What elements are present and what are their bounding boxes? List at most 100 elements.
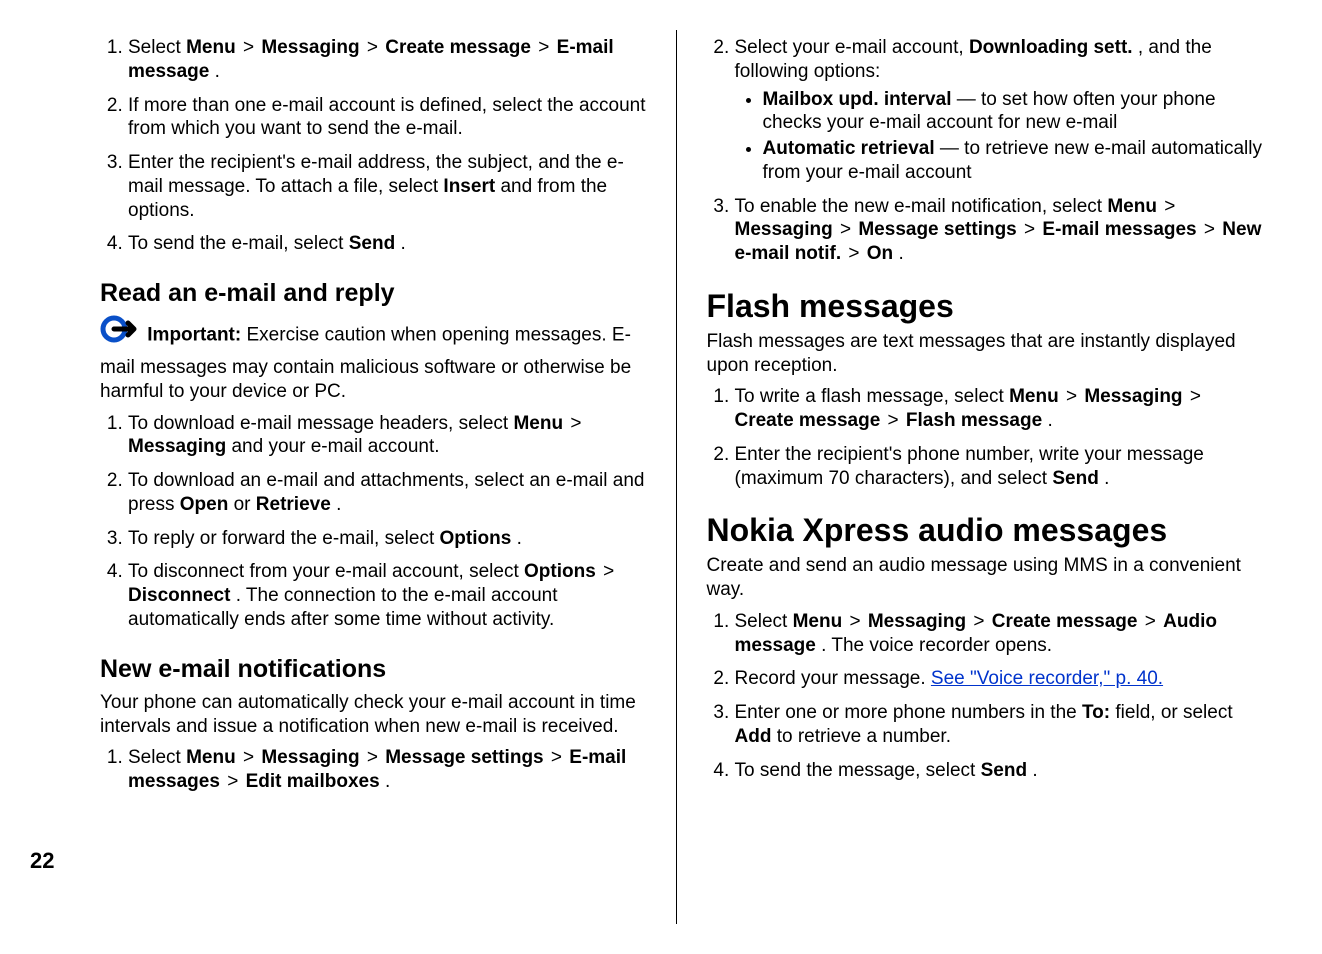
text: To send the e-mail, select [128, 233, 349, 254]
heading-read-reply: Read an e-mail and reply [100, 278, 656, 309]
text: To disconnect from your e-mail account, … [128, 561, 524, 582]
list-item: Mailbox upd. interval — to set how often… [763, 88, 1263, 136]
text: . [517, 528, 522, 549]
menu-path-item: Messaging [1084, 386, 1182, 407]
text: Enter one or more phone numbers in the [735, 702, 1082, 723]
separator: > [973, 611, 989, 632]
list-item: Automatic retrieval — to retrieve new e-… [763, 137, 1263, 185]
text: Record your message. [735, 668, 931, 689]
list-item: Enter one or more phone numbers in the T… [735, 701, 1263, 749]
bold-term: To: [1082, 702, 1110, 723]
list-item: To download e-mail message headers, sele… [128, 412, 656, 460]
text: . [215, 61, 220, 82]
list-item: Select Menu > Messaging > Create message… [128, 36, 656, 84]
text: . [1104, 468, 1109, 489]
text: or [234, 494, 256, 515]
flash-intro: Flash messages are text messages that ar… [707, 330, 1263, 378]
separator: > [849, 611, 865, 632]
menu-path-item: E-mail messages [1042, 219, 1196, 240]
bold-term: Send [981, 760, 1027, 781]
left-column: Select Menu > Messaging > Create message… [30, 30, 677, 924]
text: Select [128, 37, 186, 58]
separator: > [1164, 196, 1175, 217]
menu-path-item: Menu [1009, 386, 1059, 407]
heading-xpress-audio: Nokia Xpress audio messages [707, 510, 1263, 550]
separator: > [367, 747, 383, 768]
menu-path-item: Menu [186, 37, 236, 58]
ordered-list-read-email: To download e-mail message headers, sele… [100, 412, 656, 632]
heading-new-email-notif: New e-mail notifications [100, 654, 656, 685]
ordered-list-xpress: Select Menu > Messaging > Create message… [707, 610, 1263, 783]
menu-path-item: Flash message [906, 410, 1042, 431]
separator: > [367, 37, 383, 58]
text: To reply or forward the e-mail, select [128, 528, 440, 549]
notif-intro: Your phone can automatically check your … [100, 691, 656, 739]
text: Select your e-mail account, [735, 37, 969, 58]
menu-path-item: On [867, 243, 893, 264]
text: Select [735, 611, 793, 632]
separator: > [243, 747, 259, 768]
text: . [1047, 410, 1052, 431]
menu-path-item: Create message [992, 611, 1138, 632]
list-item: To disconnect from your e-mail account, … [128, 560, 656, 631]
list-item: Select Menu > Messaging > Create message… [735, 610, 1263, 658]
list-item: To download an e-mail and attachments, s… [128, 469, 656, 517]
voice-recorder-link[interactable]: See "Voice recorder," p. 40. [931, 668, 1163, 689]
separator: > [1024, 219, 1040, 240]
bold-term: Options [440, 528, 512, 549]
bold-term: Mailbox upd. interval [763, 89, 957, 110]
manual-page: 22 Select Menu > Messaging > Create mess… [0, 0, 1322, 954]
right-column: Select your e-mail account, Downloading … [677, 30, 1283, 924]
bold-term: Insert [443, 176, 495, 197]
menu-path-item: Menu [186, 747, 236, 768]
separator: > [848, 243, 864, 264]
text: . The voice recorder opens. [821, 635, 1052, 656]
text: and your e-mail account. [231, 436, 439, 457]
list-item: To write a flash message, select Menu > … [735, 385, 1263, 433]
ordered-list-flash: To write a flash message, select Menu > … [707, 385, 1263, 490]
bold-term: Add [735, 726, 772, 747]
separator: > [1190, 386, 1201, 407]
text: . [400, 233, 405, 254]
list-item: Record your message. See "Voice recorder… [735, 667, 1263, 691]
separator: > [570, 413, 581, 434]
text: . [385, 771, 390, 792]
menu-path-item: Messaging [261, 37, 359, 58]
text: . [898, 243, 903, 264]
menu-path-item: Edit mailboxes [246, 771, 380, 792]
separator: > [1204, 219, 1220, 240]
xpress-intro: Create and send an audio message using M… [707, 554, 1263, 602]
menu-path-item: Message settings [385, 747, 543, 768]
list-item: To enable the new e-mail notification, s… [735, 195, 1263, 266]
separator: > [243, 37, 259, 58]
bold-term: Send [1052, 468, 1098, 489]
menu-path-item: Messaging [128, 436, 226, 457]
separator: > [603, 561, 614, 582]
menu-path-item: Menu [1107, 196, 1157, 217]
text: . [336, 494, 341, 515]
list-item: If more than one e-mail account is defin… [128, 94, 656, 142]
menu-path-item: Messaging [261, 747, 359, 768]
list-item: To send the message, select Send . [735, 759, 1263, 783]
menu-path-item: Options [524, 561, 596, 582]
page-number: 22 [30, 847, 54, 875]
text: Select [128, 747, 186, 768]
bullet-list: Mailbox upd. interval — to set how often… [735, 88, 1263, 185]
bold-term: Automatic retrieval [763, 138, 940, 159]
separator: > [551, 747, 567, 768]
text: To send the message, select [735, 760, 981, 781]
bold-term: Retrieve [256, 494, 331, 515]
bold-term: Send [349, 233, 395, 254]
list-item: Select your e-mail account, Downloading … [735, 36, 1263, 185]
text: To write a flash message, select [735, 386, 1010, 407]
important-label: Important: [147, 325, 246, 346]
separator: > [840, 219, 856, 240]
ordered-list-notif: Select Menu > Messaging > Message settin… [100, 746, 656, 794]
menu-path-item: Messaging [868, 611, 966, 632]
separator: > [888, 410, 904, 431]
separator: > [538, 37, 554, 58]
text: Enter the recipient's phone number, writ… [735, 444, 1204, 489]
bold-term: Downloading sett. [969, 37, 1133, 58]
list-item: To reply or forward the e-mail, select O… [128, 527, 656, 551]
menu-path-item: Create message [735, 410, 881, 431]
